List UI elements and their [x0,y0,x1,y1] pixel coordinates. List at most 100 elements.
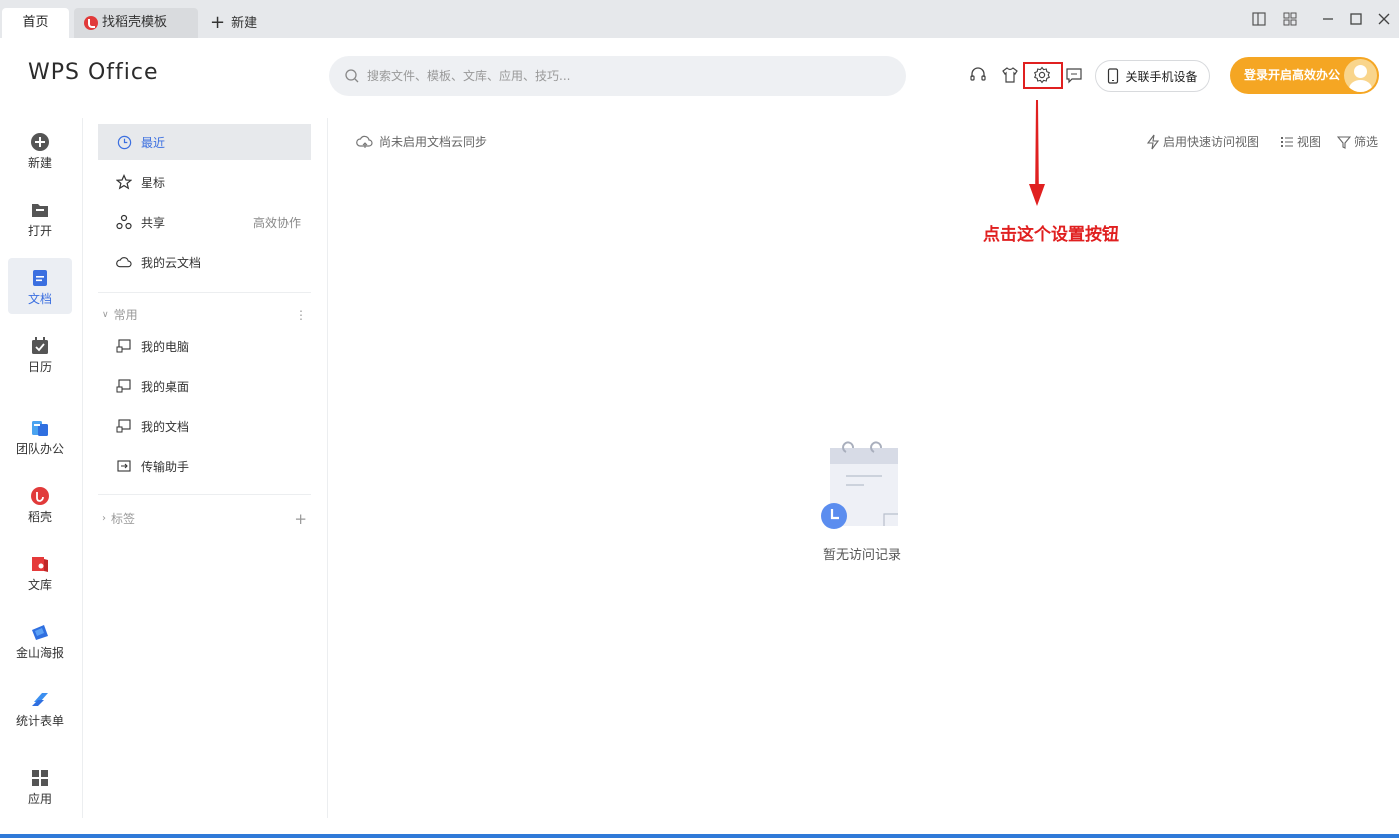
left-nav: 新建 打开 文档 日历 团队办公 稻壳 文库 金山海报 统计表单 应用 [0,118,82,828]
document-icon [33,270,47,286]
search-icon [345,69,359,83]
cloud-sync-icon [356,135,373,148]
lightning-icon [1146,134,1160,149]
sidebar-item-starred[interactable]: 星标 [98,164,311,200]
nav-team-office[interactable]: 团队办公 [8,408,72,464]
nav-apps[interactable]: 应用 [8,758,72,814]
nav-new[interactable]: 新建 [8,122,72,178]
nav-label: 日历 [27,360,52,374]
sidebar-divider [98,494,311,495]
tags-group-header[interactable]: › 标签 + [102,510,307,528]
filter-icon [1337,135,1351,149]
panel-toggle-icon[interactable] [1248,8,1270,30]
sidebar-item-my-desktop[interactable]: 我的桌面 [98,368,311,404]
sidebar-item-transfer[interactable]: 传输助手 [98,448,311,484]
tab-bar: 首页 找稻壳模板 + 新建 [0,0,1399,38]
sidebar-item-cloud-docs[interactable]: 我的云文档 [98,244,311,280]
empty-state-text: 暂无访问记录 [822,548,901,563]
nav-label: 打开 [27,224,52,238]
sidebar-item-my-computer[interactable]: 我的电脑 [98,328,311,364]
poster-icon [32,625,48,640]
chevron-right-icon: › [102,513,106,524]
nav-daoke[interactable]: 稻壳 [8,476,72,532]
add-tag-icon[interactable]: + [294,510,307,528]
sidebar-item-label: 我的文档 [141,419,190,434]
sidebar-item-shared[interactable]: 共享 高效协作 [98,204,311,240]
collab-hint: 高效协作 [252,215,301,230]
nav-label: 文库 [27,578,52,592]
sidebar-item-my-documents[interactable]: 我的文档 [98,408,311,444]
sidebar-item-label: 我的桌面 [141,379,190,394]
link-phone-label: 关联手机设备 [1125,69,1198,84]
form-icon [32,693,48,706]
close-icon[interactable] [1373,8,1395,30]
login-label: 登录开启高效办公 [1244,68,1341,82]
quick-access-view-button[interactable]: 启用快速访问视图 [1146,133,1259,150]
nav-label: 新建 [27,156,52,170]
settings-highlight-box [1023,62,1063,89]
cloud-sync-status[interactable]: 尚未启用文档云同步 [356,133,487,150]
new-tab-label: 新建 [231,16,258,31]
sidebar-item-label: 我的云文档 [141,255,202,270]
tags-group-label: 标签 [111,512,136,526]
link-phone-button[interactable]: 关联手机设备 [1095,60,1210,92]
view-button[interactable]: 视图 [1280,133,1321,150]
minimize-icon[interactable] [1317,8,1339,30]
maximize-icon[interactable] [1345,8,1367,30]
shirt-icon[interactable] [999,64,1021,86]
sidebar-item-recent[interactable]: 最近 [98,124,311,160]
sidebar-item-label: 共享 [141,215,166,230]
nav-open[interactable]: 打开 [8,190,72,246]
list-view-icon [1281,136,1293,147]
clock-icon [116,134,132,150]
filter-label: 筛选 [1354,135,1379,149]
daoke-icon [31,487,49,505]
sidebar-item-label: 传输助手 [141,459,190,474]
sidebar-item-label: 星标 [141,175,166,190]
empty-notepad-illustration [821,441,898,529]
share-icon [116,214,132,230]
common-group-label: 常用 [113,308,138,322]
view-label: 视图 [1297,135,1322,149]
login-button[interactable]: 登录开启高效办公 [1230,57,1379,94]
nav-label: 文档 [27,292,52,306]
desktop-shortcut-icon [116,378,132,394]
team-icon [32,421,48,436]
search-bar[interactable] [329,56,906,96]
tab-label: 找稻壳模板 [102,15,168,30]
plus-circle-icon [31,133,49,151]
tab-daoke-templates[interactable]: 找稻壳模板 [74,8,198,38]
annotation-arrow-icon [1029,100,1045,206]
tab-home[interactable]: 首页 [2,8,69,38]
library-icon [32,557,48,572]
avatar[interactable] [1344,59,1377,92]
nav-divider [82,118,83,818]
transfer-icon [116,458,132,474]
chat-icon[interactable] [1063,64,1085,86]
filter-button[interactable]: 筛选 [1337,133,1378,150]
folder-icon [32,204,48,217]
star-icon [116,174,132,190]
nav-documents[interactable]: 文档 [8,258,72,314]
headset-icon[interactable] [967,64,989,86]
annotation-text: 点击这个设置按钮 [983,225,1119,245]
nav-stat-form[interactable]: 统计表单 [8,680,72,736]
nav-label: 应用 [27,792,52,806]
more-icon[interactable]: ⋮ [295,308,307,322]
phone-icon [1108,68,1119,84]
grid-icon[interactable] [1279,8,1301,30]
window-bottom-border [0,834,1399,838]
nav-library[interactable]: 文库 [8,544,72,600]
quick-access-label: 启用快速访问视图 [1163,135,1260,149]
nav-poster[interactable]: 金山海报 [8,612,72,668]
computer-shortcut-icon [116,338,132,354]
wps-logo: WPS Office [28,60,159,85]
nav-label: 稻壳 [27,510,52,524]
nav-calendar[interactable]: 日历 [8,326,72,382]
daoke-icon [84,16,98,30]
search-input[interactable] [367,66,887,86]
new-tab-button[interactable]: + 新建 [210,8,280,38]
apps-icon [32,770,48,786]
chevron-down-icon: ∨ [102,309,109,320]
common-group-header[interactable]: ∨ 常用 ⋮ [102,306,307,323]
